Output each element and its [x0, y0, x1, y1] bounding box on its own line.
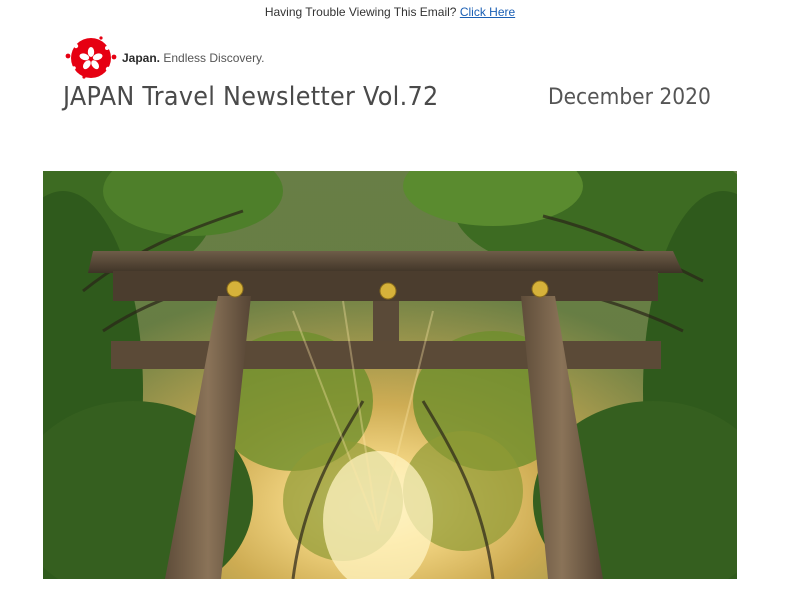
newsletter-page: Having Trouble Viewing This Email? Click…	[0, 0, 800, 600]
jnto-logo[interactable]: Japan. Endless Discovery.	[64, 36, 265, 80]
view-in-browser-link[interactable]: Click Here	[460, 5, 515, 19]
issue-date: December 2020	[548, 85, 711, 110]
torii-gate-forest-image[interactable]	[43, 171, 737, 579]
logo-brand: Japan.	[122, 51, 161, 65]
cherry-blossom-icon	[65, 36, 117, 79]
preheader-text: Having Trouble Viewing This Email?	[264, 5, 457, 19]
preheader: Having Trouble Viewing This Email? Click…	[0, 5, 780, 19]
logo-tagline: Japan. Endless Discovery.	[122, 51, 265, 65]
newsletter-title: JAPAN Travel Newsletter Vol.72	[63, 82, 439, 112]
logo-tagline-text: Endless Discovery.	[163, 51, 265, 65]
